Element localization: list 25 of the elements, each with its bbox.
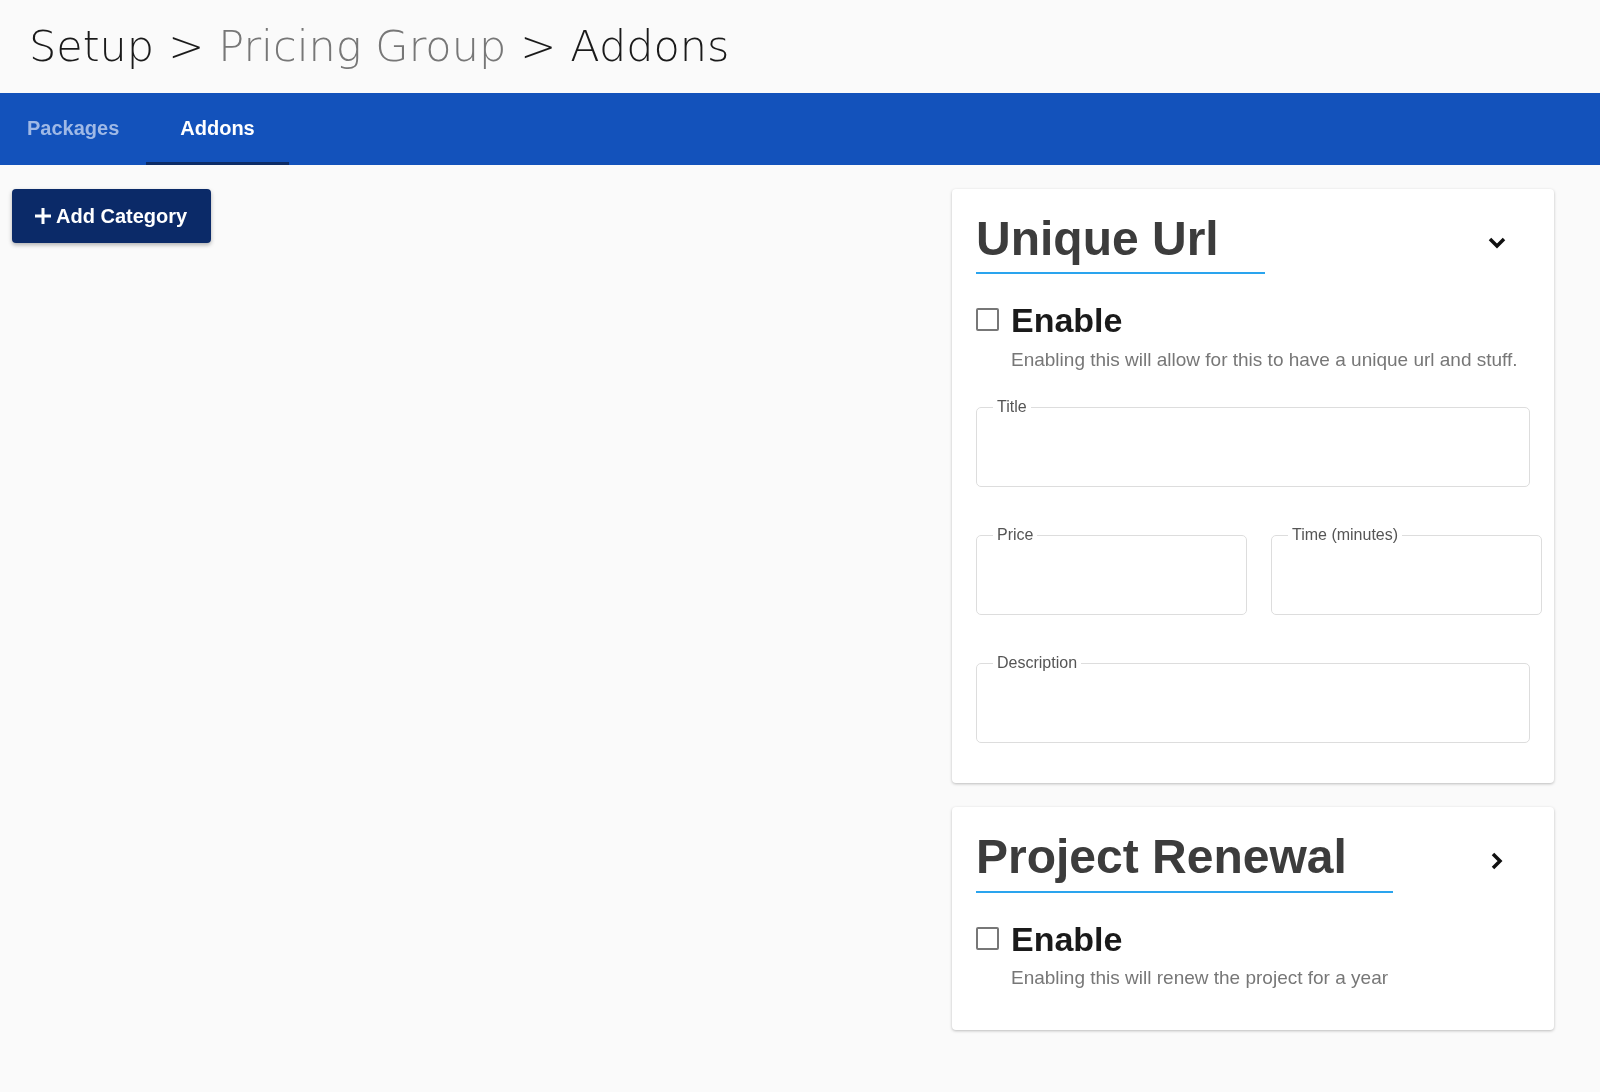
field-label: Time (minutes) — [1291, 527, 1400, 544]
field-label: Title — [996, 399, 1028, 416]
field-label: Price — [996, 527, 1035, 544]
enable-label: Enable — [1011, 920, 1124, 958]
breadcrumb-item: Addons — [570, 20, 730, 74]
input-field[interactable]: Title — [976, 399, 1530, 488]
tab[interactable]: Packages — [0, 93, 147, 165]
field-label: Description — [996, 655, 1079, 672]
tab[interactable]: Addons — [146, 93, 289, 165]
enable-description: Enabling this will allow for this to have a unique url and stuff. — [1011, 347, 1518, 372]
breadcrumb-separator: > — [520, 20, 557, 74]
breadcrumb-separator: > — [168, 20, 205, 74]
breadcrumb-item: Setup — [29, 20, 155, 74]
addon-title: Unique Url — [976, 211, 1265, 275]
breadcrumb-link[interactable]: Pricing Group — [218, 14, 507, 79]
enable-description: Enabling this will renew the project for a year — [1011, 965, 1389, 990]
addon-title: Project Renewal — [976, 829, 1393, 893]
input-field[interactable]: Description — [976, 655, 1530, 744]
checkbox[interactable] — [976, 926, 999, 950]
plus-icon — [34, 207, 52, 225]
add-category-button[interactable]: Add Category — [12, 189, 212, 243]
checkbox[interactable] — [976, 308, 999, 332]
enable-label: Enable — [1011, 302, 1124, 340]
input-field[interactable]: Price — [976, 527, 1247, 616]
input-field[interactable]: Time (minutes) — [1271, 527, 1542, 616]
